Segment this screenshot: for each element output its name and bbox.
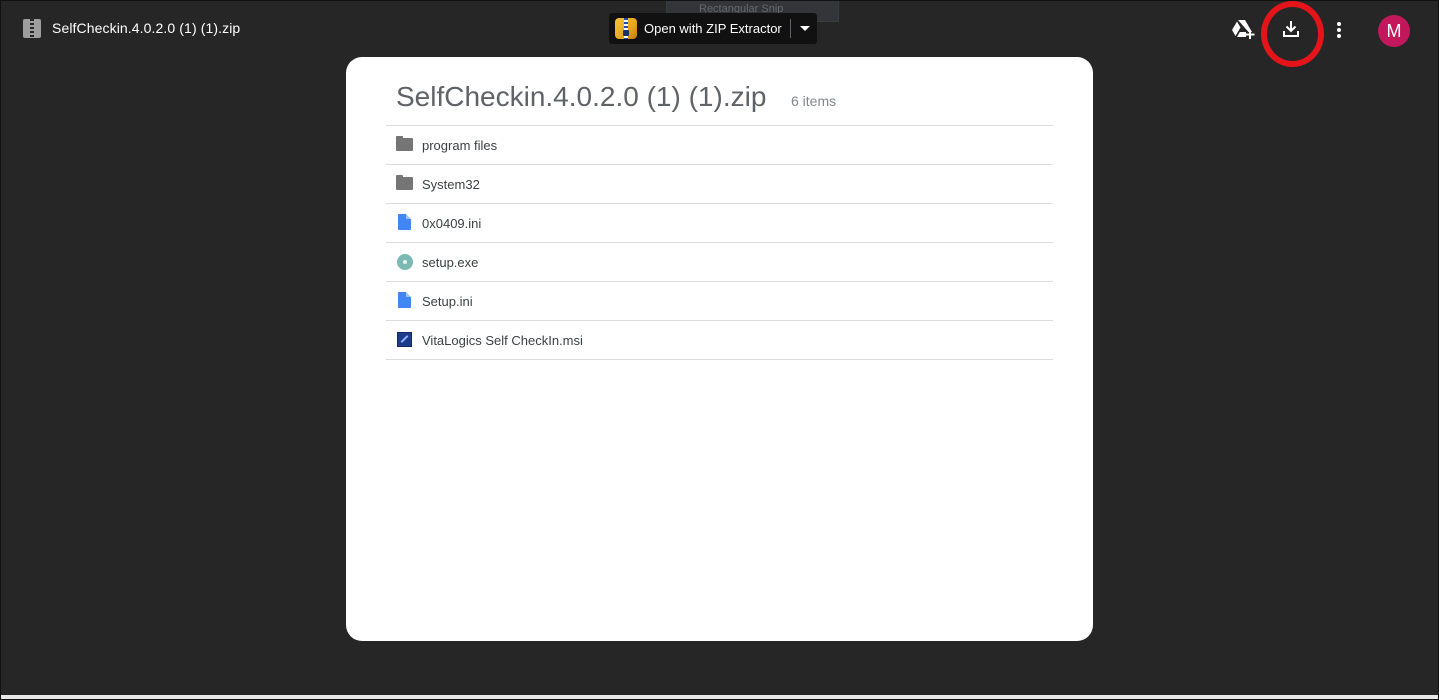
file-row-0x0409-ini[interactable]: 0x0409.ini	[386, 204, 1053, 243]
file-name: Setup.ini	[422, 294, 473, 309]
file-list: program files System32 0x0409.ini setup.…	[386, 125, 1053, 360]
open-with-divider	[790, 19, 791, 38]
file-name: System32	[422, 177, 480, 192]
open-with-button[interactable]: Open with ZIP Extractor	[609, 13, 817, 44]
add-to-drive-button[interactable]	[1228, 14, 1258, 44]
top-bar: SelfCheckin.4.0.2.0 (1) (1).zip Rectangu…	[0, 0, 1439, 67]
open-with-label: Open with ZIP Extractor	[644, 21, 782, 36]
archive-preview-card: SelfCheckin.4.0.2.0 (1) (1).zip 6 items …	[346, 57, 1093, 641]
document-icon	[396, 292, 414, 310]
item-count: 6 items	[791, 93, 837, 109]
disc-icon	[396, 253, 414, 271]
archive-title: SelfCheckin.4.0.2.0 (1) (1).zip	[396, 81, 767, 112]
zip-extractor-icon	[615, 18, 637, 39]
file-row-setup-exe[interactable]: setup.exe	[386, 243, 1053, 282]
file-name: VitaLogics Self CheckIn.msi	[422, 333, 583, 348]
file-row-program-files[interactable]: program files	[386, 126, 1053, 165]
document-icon	[396, 214, 414, 232]
file-title: SelfCheckin.4.0.2.0 (1) (1).zip	[52, 20, 241, 36]
zip-file-icon	[23, 19, 41, 38]
file-name: setup.exe	[422, 255, 479, 270]
taskbar-edge	[0, 695, 1439, 700]
more-vert-icon	[1337, 22, 1341, 38]
open-with-dropdown-button[interactable]	[792, 13, 817, 44]
file-row-vitalogics-msi[interactable]: VitaLogics Self CheckIn.msi	[386, 321, 1053, 360]
file-name: 0x0409.ini	[422, 216, 482, 231]
folder-icon	[396, 136, 414, 154]
file-row-system32[interactable]: System32	[386, 165, 1053, 204]
more-options-button[interactable]	[1324, 14, 1354, 44]
msi-installer-icon	[396, 331, 414, 349]
file-name: program files	[422, 138, 498, 153]
add-to-drive-icon	[1232, 20, 1255, 39]
file-row-setup-ini[interactable]: Setup.ini	[386, 282, 1053, 321]
account-avatar[interactable]: M	[1378, 15, 1410, 47]
folder-icon	[396, 175, 414, 193]
download-highlight-circle	[1261, 1, 1324, 67]
